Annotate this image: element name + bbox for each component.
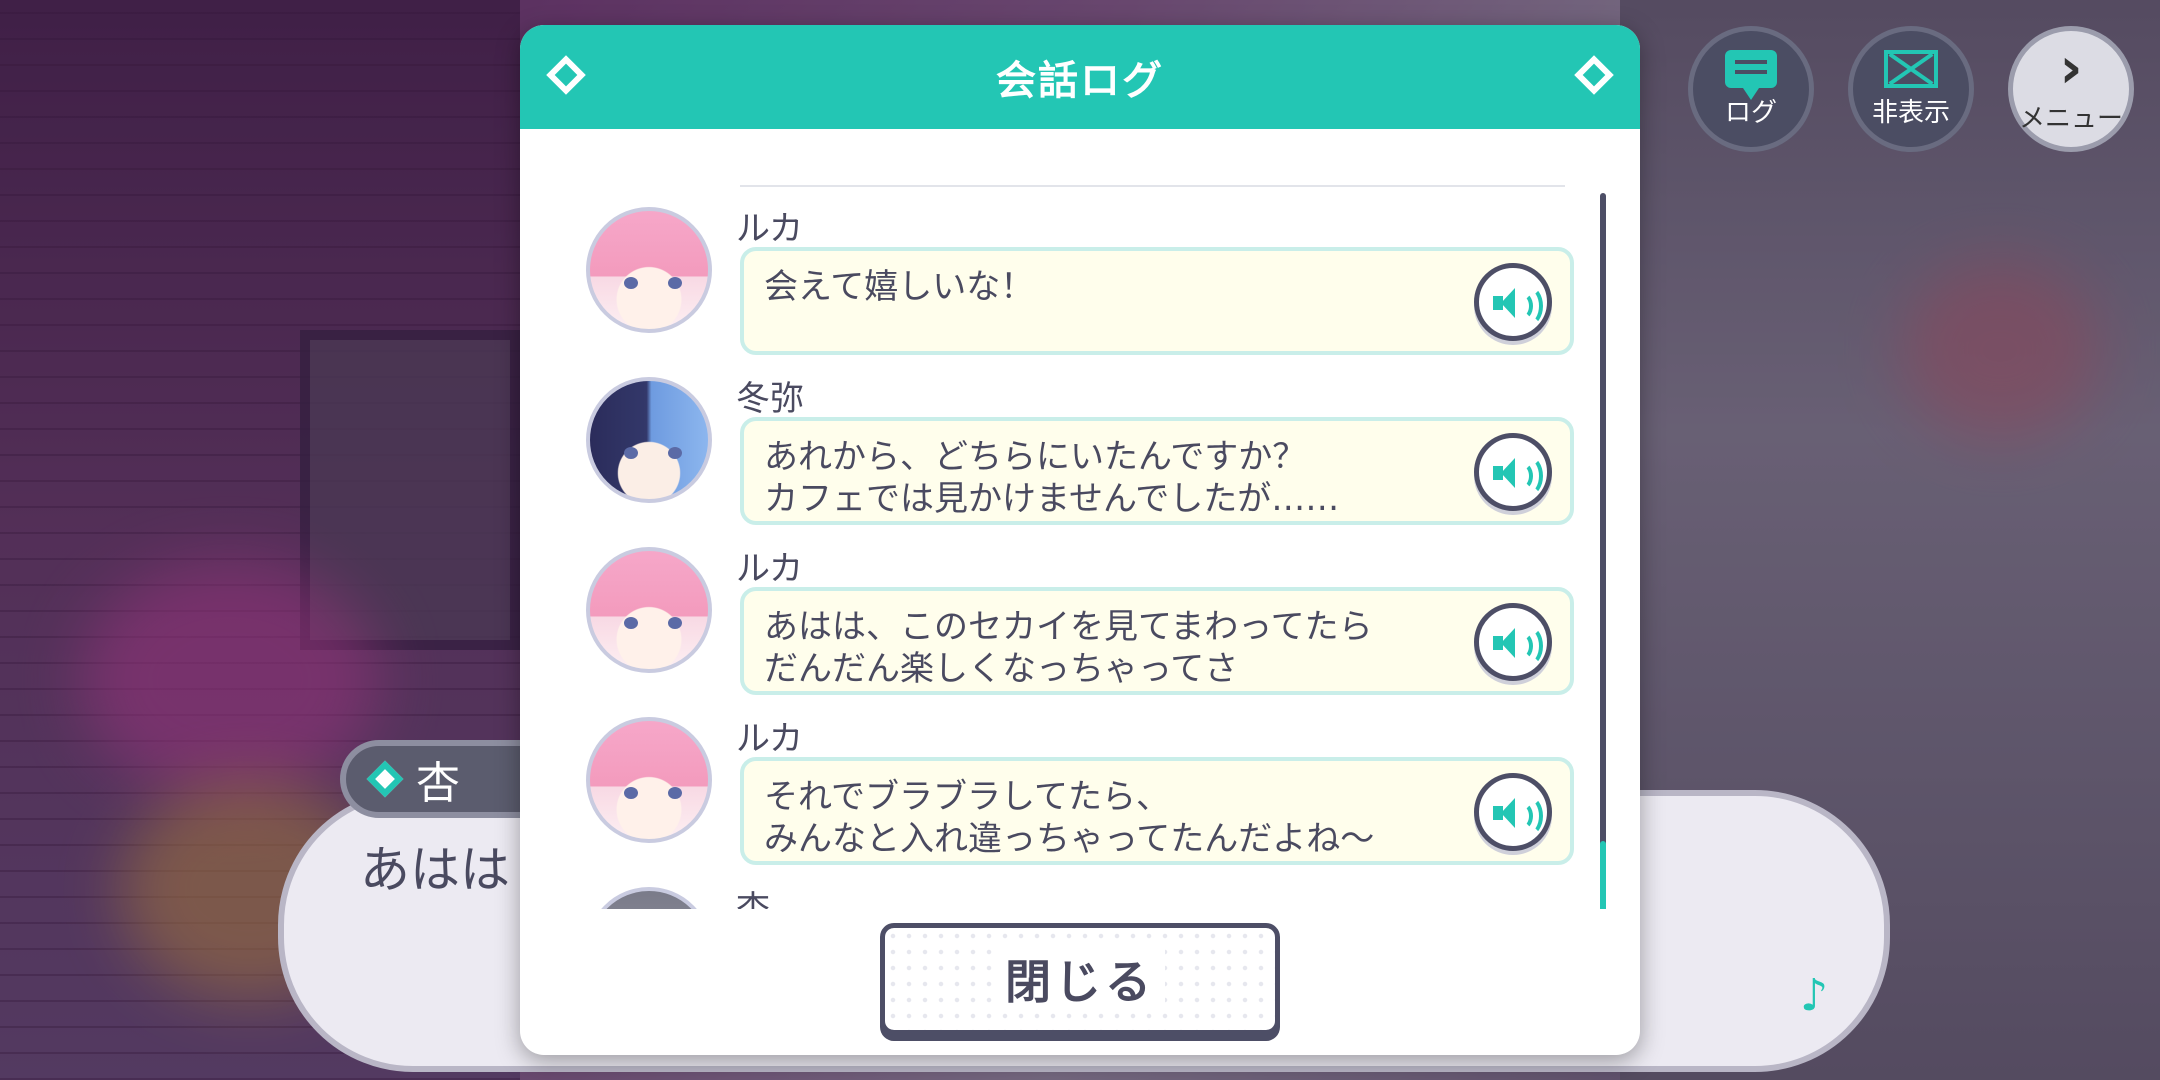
music-note-icon: ♪ <box>1800 970 1829 1021</box>
message-line: カフェでは見かけませんでしたが…… <box>764 479 1340 519</box>
avatar <box>586 887 712 909</box>
play-voice-button[interactable] <box>1474 433 1552 511</box>
close-button[interactable]: 閉じる <box>880 923 1280 1035</box>
message-bubble: あはは、このセカイを見てまわってたら だんだん楽しくなっちゃってさ <box>740 587 1574 695</box>
scrollbar-thumb[interactable] <box>1600 841 1606 909</box>
message-line: みんなと入れ違っちゃってたんだよね～ <box>764 819 1375 859</box>
avatar <box>586 377 712 503</box>
play-voice-button[interactable] <box>1474 773 1552 851</box>
divider <box>740 185 1565 187</box>
scrollbar-track[interactable] <box>1600 193 1606 909</box>
message-line: だんだん楽しくなっちゃってさ <box>764 649 1239 689</box>
conversation-log-modal: 会話ログ ルカ 会えて嬉しいな！ 冬弥 あれから、どちらにいたんですか？ カフェ… <box>520 25 1640 1055</box>
hide-button-label: 非表示 <box>1871 97 1950 128</box>
log-entry: 杏 <box>586 887 1586 909</box>
diamond-icon <box>1574 55 1614 95</box>
avatar <box>586 207 712 333</box>
menu-button[interactable]: › メニュー <box>2008 26 2134 152</box>
modal-footer: 閉じる <box>520 909 1640 1055</box>
message-bubble: あれから、どちらにいたんですか？ カフェでは見かけませんでしたが…… <box>740 417 1574 525</box>
speaker-name: ルカ <box>736 209 803 249</box>
speaker-icon <box>1493 626 1543 666</box>
diamond-icon <box>366 760 404 798</box>
log-button[interactable]: ログ <box>1688 26 1814 152</box>
message-bubble: それでブラブラしてたら、 みんなと入れ違っちゃってたんだよね～ <box>740 757 1574 865</box>
hide-button[interactable]: 非表示 <box>1848 26 1974 152</box>
log-entry: 冬弥 あれから、どちらにいたんですか？ カフェでは見かけませんでしたが…… <box>586 377 1586 537</box>
speaker-name: 冬弥 <box>736 379 804 419</box>
dialogue-text: あはは <box>360 841 510 899</box>
modal-title: 会話ログ <box>996 58 1164 104</box>
close-button-label: 閉じる <box>995 946 1165 1012</box>
speaker-name: ルカ <box>736 719 803 759</box>
chevron-right-icon: › <box>2059 35 2083 101</box>
speaker-icon <box>1493 456 1543 496</box>
log-entry: ルカ あはは、このセカイを見てまわってたら だんだん楽しくなっちゃってさ <box>586 547 1586 707</box>
play-voice-button[interactable] <box>1474 603 1552 681</box>
diamond-icon <box>546 55 586 95</box>
avatar <box>586 547 712 673</box>
hide-icon <box>1884 49 1938 88</box>
speaker-name: ルカ <box>736 549 803 589</box>
dialogue-speaker-name: 杏 <box>416 758 460 809</box>
play-voice-button[interactable] <box>1474 263 1552 341</box>
modal-header: 会話ログ <box>520 25 1640 129</box>
speaker-icon <box>1493 796 1543 836</box>
speaker-icon <box>1493 286 1543 326</box>
message-bubble: 会えて嬉しいな！ <box>740 247 1574 355</box>
avatar <box>586 717 712 843</box>
speaker-name: 杏 <box>736 889 770 909</box>
message-line: 会えて嬉しいな！ <box>764 267 1035 307</box>
menu-button-label: メニュー <box>2018 103 2123 134</box>
log-entry: ルカ それでブラブラしてたら、 みんなと入れ違っちゃってたんだよね～ <box>586 717 1586 877</box>
speech-bubble-icon <box>1725 49 1777 100</box>
log-entry: ルカ 会えて嬉しいな！ <box>586 207 1586 367</box>
log-list[interactable]: ルカ 会えて嬉しいな！ 冬弥 あれから、どちらにいたんですか？ カフェでは見かけ… <box>520 129 1640 909</box>
